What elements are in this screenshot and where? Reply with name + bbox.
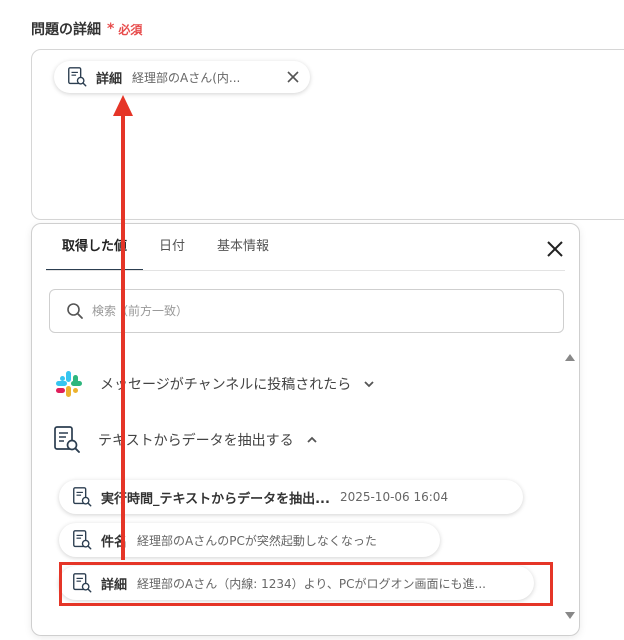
tabs-divider xyxy=(46,270,565,271)
tab-basic-info[interactable]: 基本情報 xyxy=(201,224,285,270)
search-input[interactable] xyxy=(90,303,534,319)
chevron-down-icon xyxy=(364,381,374,388)
item-title: 件名 xyxy=(101,534,128,550)
chip-title: 詳細 xyxy=(96,71,123,87)
chip-value: 経理部のAさん(内... xyxy=(132,70,241,85)
annotation-highlight-box xyxy=(59,562,553,606)
field-label: 問題の詳細 * 必須 xyxy=(31,19,142,39)
item-value: 2025-10-06 16:04 xyxy=(339,490,449,504)
document-search-icon xyxy=(73,530,92,550)
close-icon[interactable] xyxy=(546,240,564,258)
field-label-text: 問題の詳細 xyxy=(31,22,101,38)
item-title: 実行時間_テキストからデータを抽出... xyxy=(101,491,330,507)
document-search-icon xyxy=(68,67,87,87)
slack-icon xyxy=(56,371,82,397)
tab-date[interactable]: 日付 xyxy=(143,224,201,270)
value-item-execution-time[interactable]: 実行時間_テキストからデータを抽出... 2025-10-06 16:04 xyxy=(59,480,523,514)
document-search-icon xyxy=(54,426,80,453)
value-item-subject[interactable]: 件名 経理部のAさんのPCが突然起動しなくなった xyxy=(59,523,440,557)
close-icon[interactable] xyxy=(286,70,300,84)
required-text: 必須 xyxy=(118,22,143,37)
chevron-up-icon xyxy=(306,436,317,443)
search-icon xyxy=(67,303,83,319)
document-search-icon xyxy=(73,487,92,507)
required-mark: * xyxy=(107,21,115,37)
group-label: メッセージがチャンネルに投稿されたら xyxy=(100,377,352,393)
item-value: 経理部のAさんのPCが突然起動しなくなった xyxy=(137,533,377,548)
inserted-value-chip[interactable]: 詳細 経理部のAさん(内... xyxy=(54,61,310,93)
scroll-down-arrow[interactable] xyxy=(565,612,575,619)
group-slack-message-posted[interactable]: メッセージがチャンネルに投稿されたら xyxy=(54,369,375,399)
group-label: テキストからデータを抽出する xyxy=(98,433,294,449)
detail-field[interactable]: 詳細 経理部のAさん(内... xyxy=(31,49,624,220)
group-extract-data[interactable]: テキストからデータを抽出する xyxy=(52,425,318,455)
tab-acquired-values[interactable]: 取得した値 xyxy=(46,224,144,271)
scroll-up-arrow[interactable] xyxy=(565,354,575,361)
search-box xyxy=(49,289,564,333)
value-picker-panel: 取得した値 日付 基本情報 メッセージがチャンネルに投稿されたら xyxy=(31,223,580,636)
panel-tabs: 取得した値 日付 基本情報 xyxy=(46,224,285,271)
